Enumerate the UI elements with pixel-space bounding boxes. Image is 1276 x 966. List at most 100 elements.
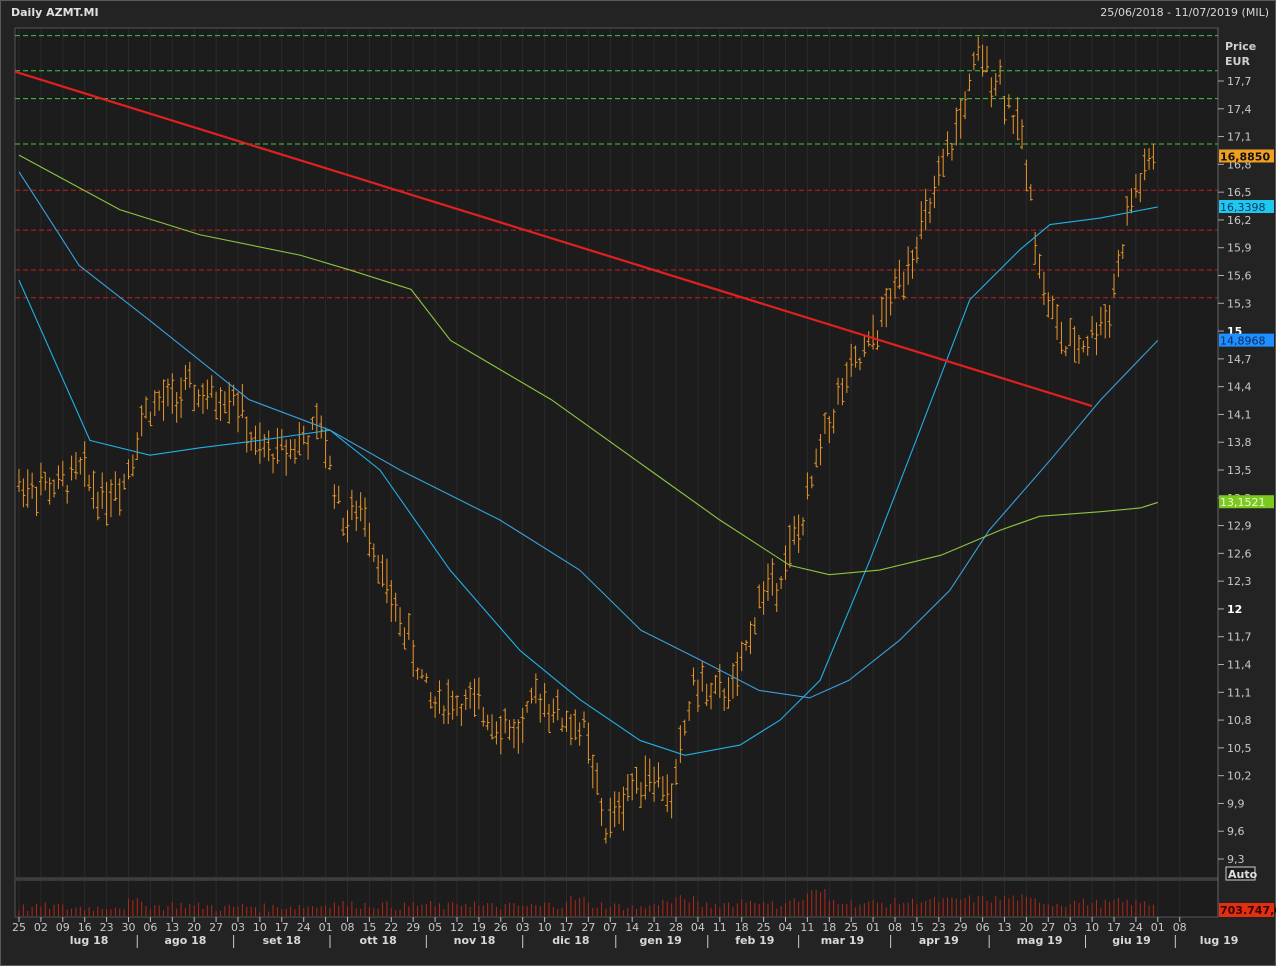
date-tick-label: 23 [100,921,114,934]
date-tick-label: 17 [560,921,574,934]
date-tick-label: 11 [800,921,814,934]
date-tick-label: 16 [78,921,92,934]
plot-area [14,27,1219,879]
month-label: gen 19 [640,934,682,947]
date-tick-label: 29 [406,921,420,934]
price-tick-label: 13,8 [1227,436,1252,449]
date-tick-label: 25 [12,921,26,934]
month-label: nov 18 [454,934,496,947]
month-label: feb 19 [735,934,774,947]
date-tick-label: 15 [362,921,376,934]
price-tick-label: 14,1 [1227,408,1252,421]
date-tick-label: 07 [603,921,617,934]
month-label: set 18 [263,934,301,947]
price-tick-label: 12,3 [1227,575,1252,588]
price-tick-label: 11,1 [1227,686,1252,699]
date-tick-label: 13 [998,921,1012,934]
date-tick-label: 25 [757,921,771,934]
date-tick-label: 13 [165,921,179,934]
auto-label: Auto [1228,868,1258,881]
date-tick-label: 11 [713,921,727,934]
price-tick-label: 10,8 [1227,714,1252,727]
date-tick-label: 03 [231,921,245,934]
date-tick-label: 14 [625,921,639,934]
date-tick-label: 20 [1019,921,1033,934]
price-tick-label: 9,9 [1227,797,1245,810]
month-label: mar 19 [821,934,864,947]
date-tick-label: 06 [976,921,990,934]
date-tick-label: 05 [428,921,442,934]
price-tick-label: 14,4 [1227,381,1252,394]
date-tick-label: 08 [888,921,902,934]
date-tick-label: 03 [1063,921,1077,934]
price-tick-label: 9,3 [1227,853,1245,866]
date-tick-label: 10 [1085,921,1099,934]
last-price-badge: 16,8850 [1220,150,1270,163]
price-tick-label: 14,7 [1227,353,1252,366]
ma-slow-badge: 13,1521 [1220,496,1266,509]
date-tick-label: 03 [516,921,530,934]
date-tick-label: 06 [143,921,157,934]
currency-label: EUR [1225,55,1250,68]
date-tick-label: 09 [56,921,70,934]
price-tick-label: 13,5 [1227,464,1252,477]
date-tick-label: 24 [297,921,311,934]
date-tick-label: 25 [844,921,858,934]
date-tick-label: 22 [384,921,398,934]
date-tick-label: 27 [1041,921,1055,934]
month-label: lug 19 [1200,934,1239,947]
price-tick-label: 15,9 [1227,242,1252,255]
price-tick-label: 10,2 [1227,770,1252,783]
date-tick-label: 27 [209,921,223,934]
price-tick-label: 16,5 [1227,186,1252,199]
month-label: dic 18 [552,934,589,947]
date-tick-label: 08 [341,921,355,934]
price-tick-label: 17,1 [1227,131,1252,144]
price-tick-label: 11,4 [1227,659,1252,672]
month-label: mag 19 [1017,934,1063,947]
price-tick-label: 12,6 [1227,547,1252,560]
date-tick-label: 20 [187,921,201,934]
price-tick-label: 12 [1227,603,1242,616]
month-label: ago 18 [164,934,206,947]
price-axis-label: Price [1225,40,1256,53]
date-tick-label: 18 [735,921,749,934]
date-tick-label: 19 [472,921,486,934]
date-tick-label: 17 [275,921,289,934]
month-label: apr 19 [919,934,959,947]
date-tick-label: 08 [1173,921,1187,934]
date-tick-label: 01 [319,921,333,934]
date-tick-label: 29 [954,921,968,934]
price-tick-label: 10,5 [1227,742,1252,755]
date-tick-label: 02 [34,921,48,934]
date-tick-label: 04 [691,921,705,934]
date-tick-label: 12 [450,921,464,934]
ma-mid-badge: 14,8968 [1220,335,1266,348]
date-tick-label: 04 [779,921,793,934]
date-tick-label: 21 [647,921,661,934]
date-tick-label: 26 [494,921,508,934]
price-chart[interactable]: 17,717,417,116,816,516,215,915,615,31514… [0,0,1276,966]
price-tick-label: 12,9 [1227,520,1252,533]
date-tick-label: 18 [822,921,836,934]
price-tick-label: 17,4 [1227,103,1252,116]
month-label: giu 19 [1112,934,1151,947]
date-tick-label: 17 [1107,921,1121,934]
ma-fast-badge: 16,3398 [1220,201,1266,214]
date-tick-label: 23 [932,921,946,934]
date-tick-label: 24 [1129,921,1143,934]
price-tick-label: 16,2 [1227,214,1252,227]
date-tick-label: 10 [253,921,267,934]
price-tick-label: 15,3 [1227,297,1252,310]
month-label: ott 18 [360,934,397,947]
price-tick-label: 9,6 [1227,825,1245,838]
price-tick-label: 17,7 [1227,75,1252,88]
auto-scale-button[interactable]: Auto [1225,866,1258,881]
volume-area [14,879,1219,918]
date-tick-label: 28 [669,921,683,934]
date-tick-label: 10 [538,921,552,934]
date-tick-label: 27 [581,921,595,934]
date-tick-label: 01 [1151,921,1165,934]
month-label: lug 18 [70,934,109,947]
date-tick-label: 01 [866,921,880,934]
